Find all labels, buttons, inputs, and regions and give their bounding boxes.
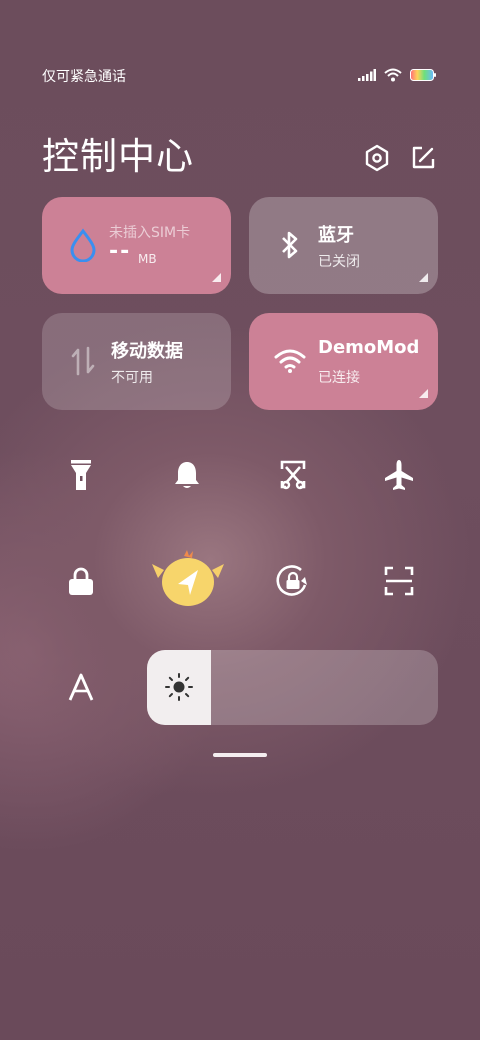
settings-icon (365, 144, 389, 172)
rotation-lock-toggle[interactable] (271, 559, 315, 603)
edit-icon (412, 146, 435, 169)
mobile-data-tile[interactable]: 移动数据 不可用 (42, 313, 231, 410)
signal-icon (358, 69, 376, 81)
edit-button[interactable] (411, 146, 435, 174)
bluetooth-label: 蓝牙 (318, 225, 354, 246)
flashlight-icon (71, 460, 91, 490)
location-icon (152, 550, 224, 606)
status-carrier-text: 仅可紧急通话 (42, 69, 126, 85)
expand-corner-icon (212, 273, 221, 282)
wifi-tile[interactable]: DemoMod 已连接 (249, 313, 438, 410)
data-usage-value: -- (109, 239, 132, 264)
lock-screen-toggle[interactable] (59, 559, 103, 603)
font-icon (68, 673, 94, 701)
data-usage-unit: MB (138, 252, 157, 266)
brightness-sun-icon (165, 673, 193, 701)
location-toggle[interactable] (150, 548, 226, 610)
mobile-data-arrows-icon (66, 343, 100, 379)
expand-corner-icon (419, 273, 428, 282)
screenshot-toggle[interactable] (271, 453, 315, 497)
wifi-icon (273, 343, 307, 379)
font-size-toggle[interactable] (59, 665, 103, 709)
wifi-status: 已连接 (318, 370, 360, 386)
brightness-slider[interactable] (147, 650, 438, 725)
settings-button[interactable] (364, 144, 390, 176)
mobile-data-status: 不可用 (111, 370, 153, 386)
scanner-toggle[interactable] (377, 559, 421, 603)
rotation-lock-icon (276, 565, 307, 596)
status-icons (358, 68, 436, 82)
flashlight-toggle[interactable] (59, 453, 103, 497)
bluetooth-status: 已关闭 (318, 254, 360, 270)
airplane-icon (385, 460, 413, 490)
scan-icon (384, 566, 414, 596)
bell-icon (175, 462, 199, 488)
wifi-network-name: DemoMod (318, 337, 418, 358)
mobile-data-label: 移动数据 (111, 341, 183, 362)
bluetooth-tile[interactable]: 蓝牙 已关闭 (249, 197, 438, 294)
screenshot-icon (280, 460, 306, 490)
expand-corner-icon (419, 389, 428, 398)
sound-toggle[interactable] (165, 453, 209, 497)
airplane-mode-toggle[interactable] (377, 453, 421, 497)
battery-icon (410, 69, 436, 81)
drag-handle[interactable] (213, 753, 267, 757)
wifi-status-icon (384, 68, 402, 82)
bluetooth-icon (273, 227, 307, 263)
lock-icon (69, 567, 93, 595)
data-usage-tile[interactable]: 未插入SIM卡 -- MB (42, 197, 231, 294)
page-title: 控制中心 (42, 135, 194, 178)
water-drop-icon (66, 227, 100, 263)
